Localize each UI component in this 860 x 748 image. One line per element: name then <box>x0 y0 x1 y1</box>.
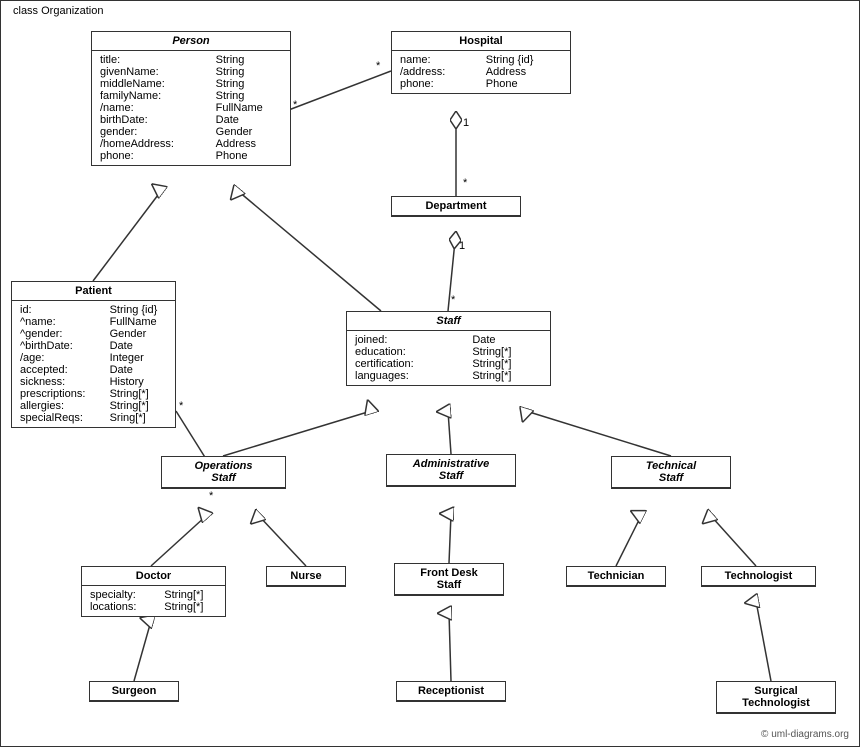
doctor-body: specialty:String[*] locations:String[*] <box>82 586 225 616</box>
operations-staff-header: Operations Staff <box>162 457 285 488</box>
svg-text:*: * <box>451 294 456 306</box>
person-header: Person <box>92 32 290 51</box>
staff-body: joined:Date education:String[*] certific… <box>347 331 550 385</box>
doctor-class: Doctor specialty:String[*] locations:Str… <box>81 566 226 617</box>
diagram-title: class Organization <box>9 5 108 17</box>
technical-staff-header: Technical Staff <box>612 457 730 488</box>
technologist-class: Technologist <box>701 566 816 587</box>
administrative-staff-class: Administrative Staff <box>386 454 516 487</box>
svg-text:*: * <box>376 60 381 72</box>
patient-header: Patient <box>12 282 175 301</box>
svg-text:*: * <box>179 400 184 412</box>
svg-text:*: * <box>293 99 298 111</box>
staff-class: Staff joined:Date education:String[*] ce… <box>346 311 551 386</box>
nurse-class: Nurse <box>266 566 346 587</box>
copyright: © uml-diagrams.org <box>761 729 849 740</box>
doctor-header: Doctor <box>82 567 225 586</box>
surgeon-header: Surgeon <box>90 682 178 701</box>
svg-text:*: * <box>463 177 468 189</box>
front-desk-staff-header: Front Desk Staff <box>395 564 503 595</box>
technologist-header: Technologist <box>702 567 815 586</box>
person-body: title:String givenName:String middleName… <box>92 51 290 165</box>
surgical-technologist-header: Surgical Technologist <box>717 682 835 713</box>
technical-staff-class: Technical Staff <box>611 456 731 489</box>
surgical-technologist-class: Surgical Technologist <box>716 681 836 714</box>
technician-class: Technician <box>566 566 666 587</box>
patient-body: id:String {id} ^name:FullName ^gender:Ge… <box>12 301 175 427</box>
department-header: Department <box>392 197 520 216</box>
svg-text:1: 1 <box>463 117 469 129</box>
surgeon-class: Surgeon <box>89 681 179 702</box>
diagram-container: class Organization * * 1 * 1 * <box>0 0 860 747</box>
front-desk-staff-class: Front Desk Staff <box>394 563 504 596</box>
hospital-header: Hospital <box>392 32 570 51</box>
technician-header: Technician <box>567 567 665 586</box>
receptionist-class: Receptionist <box>396 681 506 702</box>
administrative-staff-header: Administrative Staff <box>387 455 515 486</box>
staff-header: Staff <box>347 312 550 331</box>
person-class: Person title:String givenName:String mid… <box>91 31 291 166</box>
hospital-class: Hospital name:String {id} /address:Addre… <box>391 31 571 94</box>
operations-staff-class: Operations Staff <box>161 456 286 489</box>
receptionist-header: Receptionist <box>397 682 505 701</box>
nurse-header: Nurse <box>267 567 345 586</box>
hospital-body: name:String {id} /address:Address phone:… <box>392 51 570 93</box>
department-class: Department <box>391 196 521 217</box>
patient-class: Patient id:String {id} ^name:FullName ^g… <box>11 281 176 428</box>
svg-text:1: 1 <box>459 240 465 252</box>
svg-text:*: * <box>209 490 214 502</box>
